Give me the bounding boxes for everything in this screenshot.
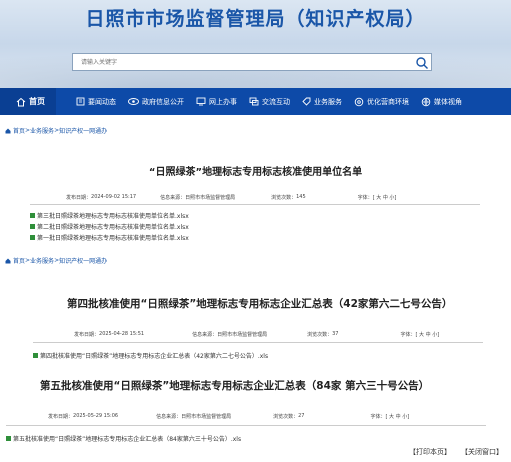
publish-date: 2025-04-28 15:51 [99, 331, 145, 337]
search-input[interactable] [81, 57, 401, 68]
building-icon [76, 97, 85, 106]
breadcrumb-ip-link[interactable]: 知识产权一网通办 [59, 126, 107, 135]
publish-date-label: 发布日期： [66, 195, 92, 201]
views-count: 145 [296, 194, 306, 200]
breadcrumb-home-icon [5, 128, 11, 133]
main-nav: 首页 要闻动态 政府信息公开 网上办事 交流互动 业务服务 优化营商环境 媒体视… [0, 88, 511, 115]
divider [30, 204, 480, 205]
search-box [72, 53, 432, 71]
nav-item-business[interactable]: 业务服务 [296, 88, 348, 115]
attachment-name: 第四批核准使用“日照绿茶”地理标志专用标志企业汇总表（42家第六二七号公告）.x… [40, 353, 269, 360]
nav-item-home[interactable]: 首页 [0, 88, 56, 115]
article-title-3: 第五批核准使用“日照绿茶”地理标志专用标志企业汇总表（84家 第六三十号公告） [40, 380, 430, 392]
views-label: 浏览次数： [307, 332, 333, 338]
nav-label-news: 要闻动态 [88, 97, 116, 106]
media-icon [421, 97, 431, 106]
source-value: 日照市市场监督管理局 [181, 414, 232, 420]
breadcrumb-home-icon [5, 258, 11, 263]
font-size-switch[interactable]: [ 大 中 小] [386, 413, 410, 420]
views-count: 37 [332, 331, 339, 337]
eye-icon [128, 98, 139, 105]
excel-file-icon [30, 224, 35, 229]
source-value: 日照市市场监督管理局 [185, 195, 236, 201]
home-icon [16, 97, 26, 106]
attachment-name: 第二批日照绿茶地理标志专用标志核准使用单位名单.xlsx [37, 224, 189, 231]
article-title-2: 第四批核准使用“日照绿茶”地理标志专用标志企业汇总表（42家第六二七号公告） [67, 298, 453, 310]
breadcrumb: 首页 > 业务服务 > 知识产权一网通办 [5, 256, 107, 265]
breadcrumb-home-link[interactable]: 首页 [13, 126, 25, 135]
excel-file-icon [30, 235, 35, 240]
site-title: 日照市市场监督管理局（知识产权局） [85, 8, 426, 30]
chat-icon [249, 97, 259, 106]
article-meta-2: 发布日期： 2025-04-28 15:51 信息来源： 日照市市场监督管理局 … [74, 331, 439, 338]
views-label: 浏览次数： [271, 195, 297, 201]
nav-label-gov-info: 政府信息公开 [142, 97, 184, 106]
attachment-name: 第三批日照绿茶地理标志专用标志核准使用单位名单.xlsx [37, 213, 189, 220]
source-value: 日照市市场监督管理局 [217, 332, 268, 338]
divider [33, 342, 483, 343]
breadcrumb: 首页 > 业务服务 > 知识产权一网通办 [5, 126, 107, 135]
nav-item-news[interactable]: 要闻动态 [70, 88, 122, 115]
nav-item-gov-info[interactable]: 政府信息公开 [122, 88, 190, 115]
font-size-switch[interactable]: [ 大 中 小] [373, 194, 397, 201]
breadcrumb-business-link[interactable]: 业务服务 [30, 256, 54, 265]
nav-label-interaction: 交流互动 [262, 97, 290, 106]
font-size-label: 字体： [400, 332, 416, 338]
print-page-link[interactable]: 【打印本页】 [409, 447, 451, 457]
source-label: 信息来源： [160, 195, 186, 201]
source-label: 信息来源： [156, 414, 182, 420]
attachment-link[interactable]: 第二批日照绿茶地理标志专用标志核准使用单位名单.xlsx [30, 222, 189, 231]
breadcrumb-business-link[interactable]: 业务服务 [30, 126, 54, 135]
nav-label-home: 首页 [29, 97, 45, 106]
attachment-link[interactable]: 第一批日照绿茶地理标志专用标志核准使用单位名单.xlsx [30, 233, 189, 242]
source-label: 信息来源： [192, 332, 218, 338]
nav-item-online-service[interactable]: 网上办事 [190, 88, 243, 115]
nav-item-biz-environment[interactable]: 优化营商环境 [348, 88, 415, 115]
publish-date-label: 发布日期： [48, 414, 74, 420]
nav-item-interaction[interactable]: 交流互动 [243, 88, 296, 115]
views-count: 27 [298, 413, 305, 419]
header-banner: 日照市市场监督管理局（知识产权局） [0, 0, 511, 88]
divider [6, 425, 486, 426]
publish-date-label: 发布日期： [74, 332, 100, 338]
attachment-name: 第五批核准使用“日照绿茶”地理标志专用标志企业汇总表（84家第六三十号公告）.x… [13, 436, 242, 443]
nav-item-media[interactable]: 媒体视角 [415, 88, 468, 115]
publish-date: 2025-05-29 15:06 [73, 413, 119, 419]
nav-label-media: 媒体视角 [434, 97, 462, 106]
excel-file-icon [33, 353, 38, 358]
close-window-link[interactable]: 【关闭窗口】 [461, 447, 503, 457]
nav-label-online-service: 网上办事 [209, 97, 237, 106]
article-title-1: “日照绿茶”地理标志专用标志核准使用单位名单 [148, 167, 363, 178]
breadcrumb-ip-link[interactable]: 知识产权一网通办 [59, 256, 107, 265]
article-meta-1: 发布日期： 2024-09-02 15:17 信息来源： 日照市市场监督管理局 … [66, 194, 396, 201]
article-meta-3: 发布日期： 2025-05-29 15:06 信息来源： 日照市市场监督管理局 … [48, 413, 409, 420]
footer-actions: 【打印本页】 【关闭窗口】 [409, 447, 503, 457]
excel-file-icon [6, 436, 11, 441]
breadcrumb-home-link[interactable]: 首页 [13, 256, 25, 265]
attachment-link[interactable]: 第四批核准使用“日照绿茶”地理标志专用标志企业汇总表（42家第六二七号公告）.x… [33, 351, 268, 360]
font-size-label: 字体： [357, 195, 373, 201]
settings-icon [354, 97, 364, 106]
views-label: 浏览次数： [273, 414, 299, 420]
font-size-switch[interactable]: [ 大 中 小] [416, 331, 440, 338]
font-size-label: 字体： [370, 414, 386, 420]
excel-file-icon [30, 213, 35, 218]
attachment-link[interactable]: 第五批核准使用“日照绿茶”地理标志专用标志企业汇总表（84家第六三十号公告）.x… [6, 434, 241, 443]
tag-icon [302, 97, 311, 106]
attachment-name: 第一批日照绿茶地理标志专用标志核准使用单位名单.xlsx [37, 235, 189, 242]
publish-date: 2024-09-02 15:17 [91, 194, 137, 200]
nav-label-business: 业务服务 [314, 97, 342, 106]
monitor-icon [196, 97, 206, 106]
attachment-link[interactable]: 第三批日照绿茶地理标志专用标志核准使用单位名单.xlsx [30, 211, 189, 220]
nav-label-biz-environment: 优化营商环境 [367, 97, 409, 106]
search-icon [416, 57, 428, 69]
search-button[interactable] [415, 55, 429, 69]
